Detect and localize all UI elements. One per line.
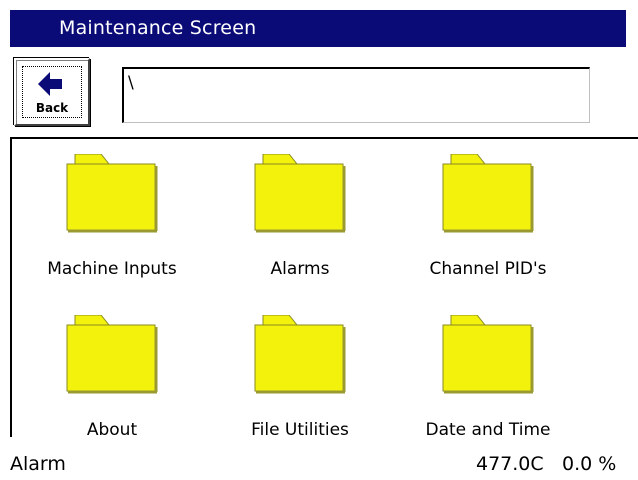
folder-icon: [442, 315, 534, 394]
status-bar: Alarm 477.0C 0.0 %: [0, 447, 638, 480]
folder-label: Channel PID's: [429, 259, 547, 279]
alarm-status: Alarm: [10, 453, 66, 475]
window-title: Maintenance Screen: [59, 17, 257, 39]
path-value: \: [128, 73, 134, 93]
back-arrow-icon: [38, 72, 62, 96]
folder-panel: Machine Inputs Alarms Channel PID's Abou…: [10, 137, 638, 440]
folder-icon: [66, 315, 158, 394]
folder-about[interactable]: About: [22, 315, 202, 455]
folder-label: Alarms: [270, 259, 330, 279]
folder-label: Date and Time: [425, 420, 551, 440]
folder-machine-inputs[interactable]: Machine Inputs: [22, 154, 202, 294]
folder-icon: [254, 315, 346, 394]
temperature-readout: 477.0C: [476, 453, 544, 475]
folder-label: Machine Inputs: [47, 259, 177, 279]
folder-icon: [66, 154, 158, 233]
folder-file-utilities[interactable]: File Utilities: [210, 315, 390, 455]
folder-icon: [442, 154, 534, 233]
folder-alarms[interactable]: Alarms: [210, 154, 390, 294]
folder-label: About: [86, 420, 138, 440]
title-bar: Maintenance Screen: [10, 10, 626, 47]
back-button-label: Back: [35, 101, 69, 115]
folder-label: File Utilities: [251, 420, 349, 440]
back-button[interactable]: Back: [14, 58, 90, 126]
toolbar: Back \: [10, 47, 638, 137]
percent-readout: 0.0 %: [562, 453, 617, 475]
folder-icon: [254, 154, 346, 233]
path-field[interactable]: \: [122, 67, 590, 123]
folder-channel-pids[interactable]: Channel PID's: [398, 154, 578, 294]
folder-date-and-time[interactable]: Date and Time: [398, 315, 578, 455]
